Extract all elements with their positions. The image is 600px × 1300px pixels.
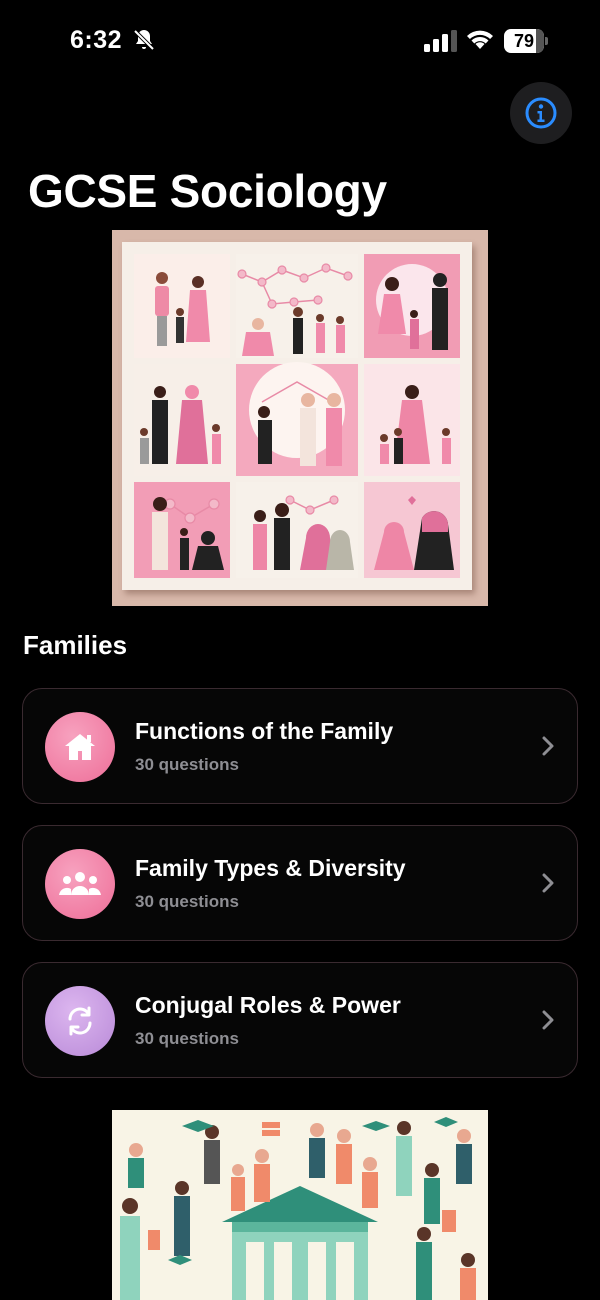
cycle-arrows-icon	[45, 986, 115, 1056]
families-illustration	[112, 230, 488, 606]
topic-card-family-types-diversity[interactable]: Family Types & Diversity 30 questions	[22, 825, 578, 941]
battery-level: 79	[513, 31, 535, 51]
info-button[interactable]	[510, 82, 572, 144]
topic-question-count: 30 questions	[135, 892, 239, 911]
status-time: 6:32	[70, 26, 123, 54]
topic-title: Conjugal Roles & Power	[135, 992, 401, 1018]
family-collage-image	[134, 254, 460, 578]
topic-card-conjugal-roles-power[interactable]: Conjugal Roles & Power 30 questions	[22, 962, 578, 1078]
chevron-right-icon	[542, 873, 554, 893]
page-title: GCSE Sociology	[28, 165, 387, 217]
education-illustration	[112, 1110, 488, 1300]
topic-card-functions-of-the-family[interactable]: Functions of the Family 30 questions	[22, 688, 578, 804]
topic-title: Functions of the Family	[135, 718, 394, 744]
battery-indicator: 79	[504, 29, 548, 53]
wifi-icon	[467, 30, 493, 49]
house-icon	[45, 712, 115, 782]
topic-title: Family Types & Diversity	[135, 855, 406, 881]
section-title: Families	[23, 630, 128, 660]
bell-slash-icon	[133, 29, 155, 51]
topic-question-count: 30 questions	[135, 755, 239, 774]
chevron-right-icon	[542, 736, 554, 756]
info-icon	[525, 97, 557, 129]
education-collage-image	[112, 1110, 488, 1300]
cellular-signal-icon	[424, 30, 457, 52]
status-bar: 6:32 79	[0, 0, 600, 80]
chevron-right-icon	[542, 1010, 554, 1030]
people-group-icon	[45, 849, 115, 919]
topic-question-count: 30 questions	[135, 1029, 239, 1048]
